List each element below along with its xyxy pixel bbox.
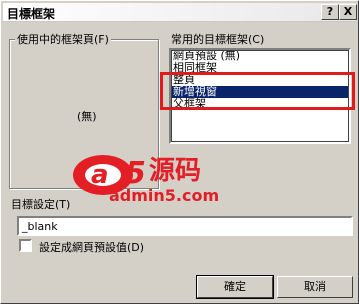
- svg-text:源码: 源码: [149, 156, 201, 186]
- ok-button[interactable]: 確定: [196, 275, 274, 299]
- close-icon: X: [343, 5, 353, 18]
- watermark-logo: a 5 源码 admin5.com: [69, 149, 269, 209]
- title-bar: 目標框架 ? X: [3, 3, 357, 22]
- help-icon: ?: [326, 5, 334, 18]
- close-button[interactable]: X: [339, 4, 357, 20]
- svg-text:admin5.com: admin5.com: [109, 186, 219, 205]
- target-label: 目標設定(T): [11, 198, 71, 211]
- current-frames-empty: (無): [77, 110, 97, 123]
- dialog-title: 目標框架: [7, 7, 56, 21]
- cancel-button[interactable]: 取消: [277, 276, 353, 298]
- default-checkbox-label[interactable]: 設定成網頁預設值(D): [39, 239, 144, 255]
- current-frames-label: 使用中的框架頁(F): [15, 31, 111, 47]
- annotation-highlight-box: [160, 72, 355, 110]
- target-input[interactable]: _blank: [17, 216, 353, 236]
- watermark-logo-graphic: a 5 源码 admin5.com: [73, 155, 219, 205]
- help-button[interactable]: ?: [321, 4, 339, 20]
- svg-text:a: a: [91, 160, 109, 190]
- target-frame-dialog: 目標框架 ? X 使用中的框架頁(F) (無) 常用的目標框架(C) 網頁預設 …: [0, 0, 359, 304]
- default-checkbox[interactable]: [19, 239, 32, 252]
- common-frames-label: 常用的目標框架(C): [169, 31, 267, 47]
